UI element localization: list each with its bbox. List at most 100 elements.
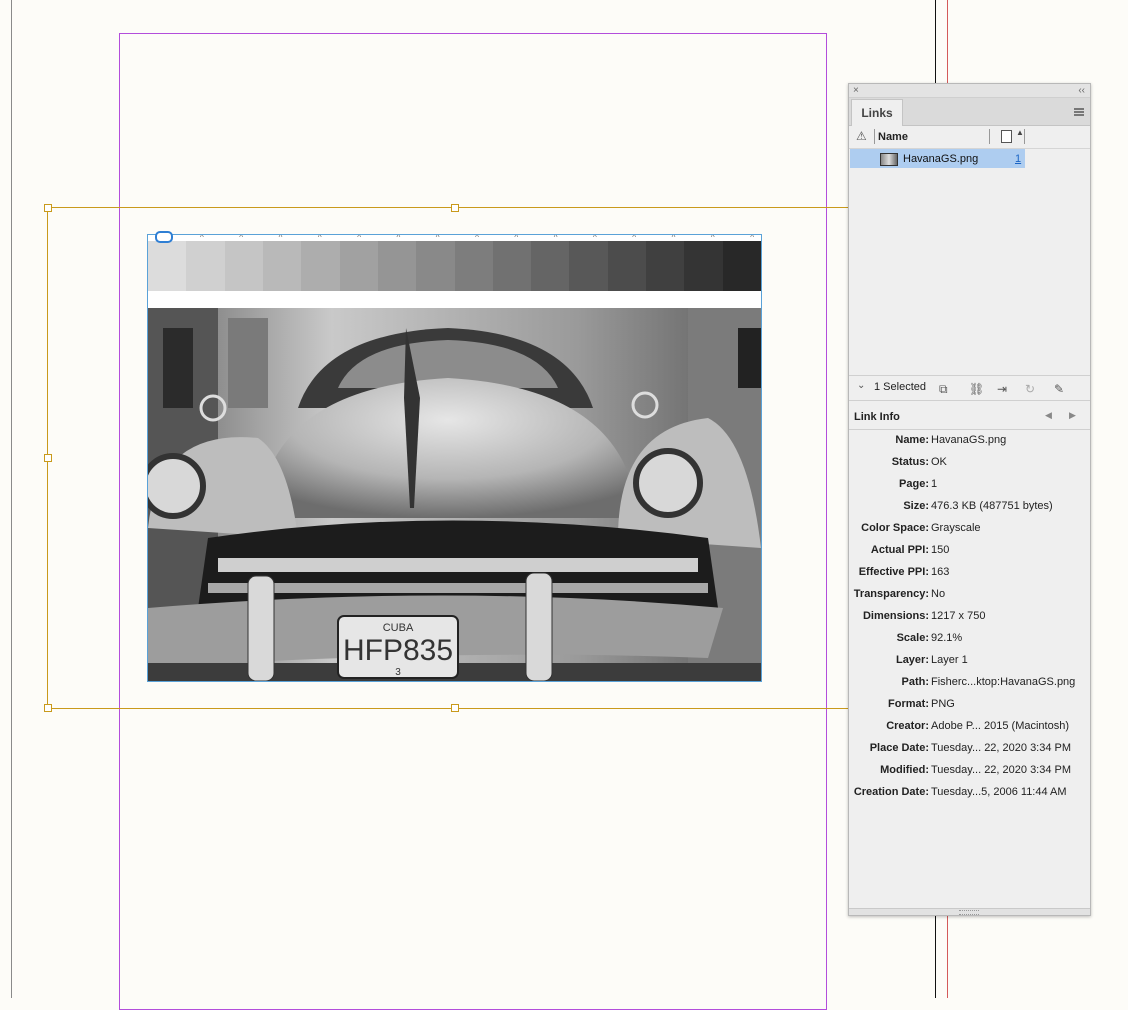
ramp-tick: ^ bbox=[671, 234, 676, 242]
links-panel: × ‹‹ Links ⚠ Name ▲ HavanaGS.png 1 ⌄ 1 S… bbox=[848, 83, 1091, 916]
link-info-value: 1217 x 750 bbox=[931, 610, 986, 622]
page-icon[interactable] bbox=[1001, 130, 1012, 143]
column-name-header[interactable]: Name bbox=[878, 131, 908, 143]
ramp-tick: ^ bbox=[317, 234, 322, 242]
link-info-value: Tuesday... 22, 2020 3:34 PM bbox=[931, 742, 1072, 754]
frame-handle-bottom-center[interactable] bbox=[451, 704, 459, 712]
link-info-row: Status: OK bbox=[849, 451, 1090, 473]
link-info-label: Format: bbox=[888, 698, 929, 710]
link-info-label: Modified: bbox=[880, 764, 929, 776]
warning-icon[interactable]: ⚠ bbox=[856, 129, 867, 143]
link-info-value: No bbox=[931, 588, 946, 600]
next-link-icon[interactable]: ▶ bbox=[1069, 410, 1076, 421]
ramp-step bbox=[569, 241, 608, 291]
panel-resize-grip[interactable] bbox=[849, 908, 1090, 915]
tab-links[interactable]: Links bbox=[851, 99, 903, 126]
plate-number-text: HFP835 bbox=[343, 634, 453, 667]
link-row-page[interactable]: 1 bbox=[1015, 153, 1021, 165]
link-info-label: Creation Date: bbox=[853, 786, 929, 798]
link-info-header: Link Info ◀ ▶ bbox=[849, 405, 1090, 430]
link-info-value: Tuesday... 22, 2020 3:34 PM bbox=[931, 764, 1072, 776]
edit-original-icon[interactable]: ✎ bbox=[1054, 382, 1064, 396]
update-link-icon[interactable]: ↻ bbox=[1025, 382, 1035, 396]
link-info-label: Path: bbox=[901, 676, 930, 688]
link-row-name: HavanaGS.png bbox=[903, 153, 979, 165]
link-info-row: Effective PPI: 163 bbox=[849, 561, 1090, 583]
link-info-value: 1 bbox=[931, 478, 938, 490]
ramp-ticks: ^ ^ ^ ^ ^ ^ ^ ^ ^ ^ ^ ^ ^ ^ ^ bbox=[148, 234, 761, 242]
image-thumbnail-icon bbox=[880, 153, 898, 166]
goto-link-icon[interactable]: ⇥ bbox=[997, 382, 1007, 396]
link-info-row: Modified: Tuesday... 22, 2020 3:34 PM bbox=[849, 759, 1090, 781]
frame-handle-bottom-left[interactable] bbox=[44, 704, 52, 712]
link-info-row: Layer: Layer 1 bbox=[849, 649, 1090, 671]
placed-image-frame[interactable]: ^ ^ ^ ^ ^ ^ ^ ^ ^ ^ ^ ^ ^ ^ ^ CUBA HFP83… bbox=[147, 234, 762, 682]
ramp-tick: ^ bbox=[514, 234, 519, 242]
link-info-label: Creator: bbox=[886, 720, 929, 732]
ramp-step bbox=[262, 241, 302, 291]
link-info-label: Dimensions: bbox=[862, 610, 929, 622]
ramp-step bbox=[377, 241, 417, 291]
links-column-header: ⚠ Name ▲ bbox=[849, 126, 1090, 149]
link-info-label: Layer: bbox=[895, 654, 929, 666]
link-info-label: Transparency: bbox=[853, 588, 929, 600]
ramp-step bbox=[186, 241, 225, 291]
link-info-row: Path: Fisherc...ktop:HavanaGS.png bbox=[849, 671, 1090, 693]
ramp-tick: ^ bbox=[278, 234, 283, 242]
ramp-tick: ^ bbox=[553, 234, 558, 242]
link-info-label: Color Space: bbox=[861, 522, 929, 534]
link-info-label: Place Date: bbox=[869, 742, 929, 754]
link-row-havanags[interactable]: HavanaGS.png 1 bbox=[850, 149, 1025, 168]
panel-titlebar: × ‹‹ bbox=[849, 84, 1090, 98]
relink-icon[interactable]: ⛓ bbox=[969, 382, 984, 396]
ramp-tick: ^ bbox=[239, 234, 244, 242]
plate-sub-text: 3 bbox=[395, 667, 401, 678]
link-info-label: Actual PPI: bbox=[870, 544, 929, 556]
link-info-row: Actual PPI: 150 bbox=[849, 539, 1090, 561]
link-info-value: Fisherc...ktop:HavanaGS.png bbox=[931, 676, 1076, 688]
link-info-row: Color Space: Grayscale bbox=[849, 517, 1090, 539]
ramp-tick: ^ bbox=[710, 234, 715, 242]
relink-from-cc-icon[interactable]: ⧉ bbox=[939, 382, 948, 397]
frame-handle-middle-left[interactable] bbox=[44, 454, 52, 462]
link-info-row: Scale: 92.1% bbox=[849, 627, 1090, 649]
link-info-row: Dimensions: 1217 x 750 bbox=[849, 605, 1090, 627]
ramp-tick: ^ bbox=[593, 234, 597, 242]
ramp-step bbox=[454, 241, 493, 291]
link-info-value: HavanaGS.png bbox=[931, 434, 1007, 446]
link-info-label: Effective PPI: bbox=[858, 566, 929, 578]
panel-collapse-icon[interactable]: ‹‹ bbox=[1078, 84, 1085, 97]
gray-step-ramp bbox=[148, 241, 761, 291]
link-info-label: Scale: bbox=[896, 632, 929, 644]
link-badge-icon[interactable] bbox=[155, 231, 173, 243]
ramp-step bbox=[607, 241, 647, 291]
ramp-step bbox=[416, 241, 455, 291]
link-info-value: 150 bbox=[931, 544, 950, 556]
link-info-row: Transparency: No bbox=[849, 583, 1090, 605]
panel-close-icon[interactable]: × bbox=[853, 84, 859, 97]
link-info-label: Name: bbox=[895, 434, 929, 446]
ramp-step bbox=[301, 241, 340, 291]
link-info-row: Creator: Adobe P... 2015 (Macintosh) bbox=[849, 715, 1090, 737]
ramp-step bbox=[148, 241, 187, 291]
chevron-down-icon[interactable]: ⌄ bbox=[857, 380, 865, 391]
panel-tabbar: Links bbox=[849, 98, 1090, 126]
link-info-row: Size: 476.3 KB (487751 bytes) bbox=[849, 495, 1090, 517]
ramp-step bbox=[531, 241, 570, 291]
sort-ascending-icon[interactable]: ▲ bbox=[1016, 128, 1024, 137]
link-info-row: Place Date: Tuesday... 22, 2020 3:34 PM bbox=[849, 737, 1090, 759]
ramp-tick: ^ bbox=[396, 234, 401, 242]
frame-handle-top-left[interactable] bbox=[44, 204, 52, 212]
panel-menu-icon[interactable] bbox=[1074, 108, 1084, 116]
ramp-step bbox=[684, 241, 723, 291]
plate-country-text: CUBA bbox=[383, 622, 414, 634]
link-info-label: Size: bbox=[903, 500, 929, 512]
ramp-step bbox=[646, 241, 685, 291]
link-info-title: Link Info bbox=[854, 411, 900, 423]
ramp-step bbox=[492, 241, 532, 291]
previous-link-icon[interactable]: ◀ bbox=[1045, 410, 1052, 421]
link-info-row: Creation Date: Tuesday...5, 2006 11:44 AM bbox=[849, 781, 1090, 803]
link-info-value: Adobe P... 2015 (Macintosh) bbox=[931, 720, 1069, 732]
ramp-tick: ^ bbox=[632, 234, 637, 242]
frame-handle-top-center[interactable] bbox=[451, 204, 459, 212]
